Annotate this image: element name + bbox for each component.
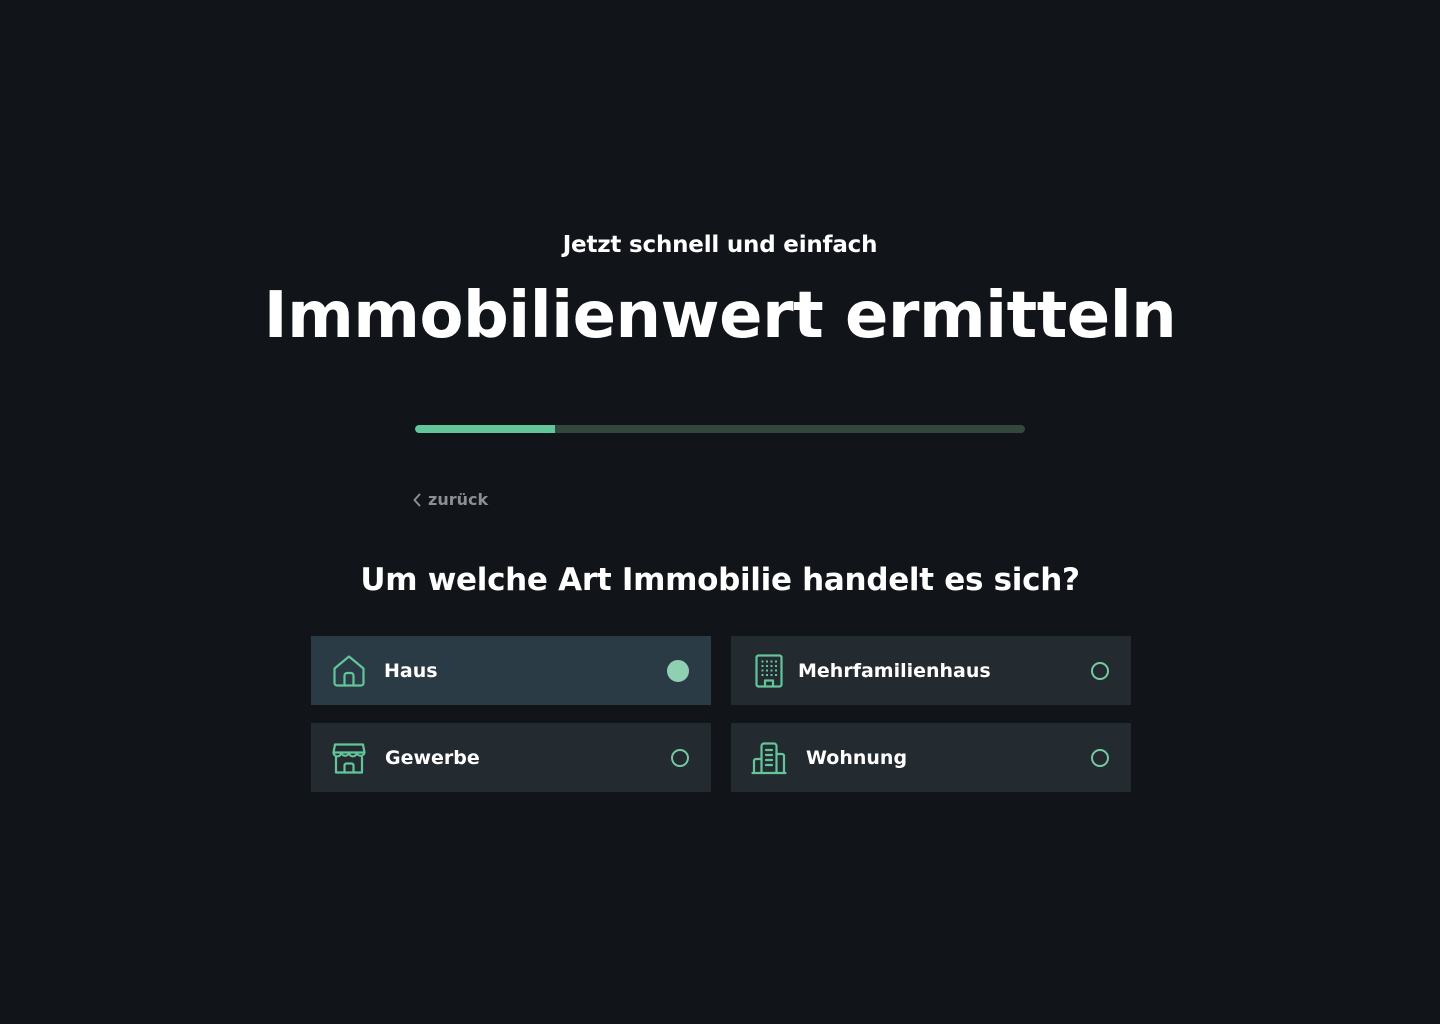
page-eyebrow: Jetzt schnell und einfach	[562, 232, 878, 258]
flat-building-icon	[751, 740, 787, 776]
page: Jetzt schnell und einfach Immobilienwert…	[0, 0, 1440, 1024]
chevron-left-icon	[412, 493, 422, 507]
radio-unselected[interactable]	[1091, 748, 1109, 767]
back-button-label: zurück	[428, 490, 489, 509]
page-title: Immobilienwert ermitteln	[263, 279, 1177, 353]
apartment-building-icon	[751, 653, 787, 689]
option-haus[interactable]: Haus	[311, 636, 711, 705]
radio-selected[interactable]	[667, 659, 689, 682]
house-icon	[331, 653, 367, 689]
option-wohnung[interactable]: Wohnung	[731, 723, 1131, 792]
question-heading: Um welche Art Immobilie handelt es sich?	[360, 562, 1080, 598]
option-gewerbe[interactable]: Gewerbe	[311, 723, 711, 792]
progress-bar	[415, 425, 1025, 433]
back-button[interactable]: zurück	[412, 490, 488, 509]
option-label: Gewerbe	[385, 746, 480, 769]
storefront-icon	[331, 740, 367, 776]
property-type-options: Haus Mehrfamilienhaus Gewerbe Wohnung	[311, 636, 1131, 792]
option-label: Wohnung	[806, 746, 908, 769]
radio-unselected[interactable]	[671, 748, 689, 767]
option-label: Mehrfamilienhaus	[798, 659, 991, 682]
option-mehrfamilienhaus[interactable]: Mehrfamilienhaus	[731, 636, 1131, 705]
option-label: Haus	[384, 659, 438, 682]
progress-bar-fill	[415, 425, 556, 433]
radio-unselected[interactable]	[1091, 661, 1109, 680]
